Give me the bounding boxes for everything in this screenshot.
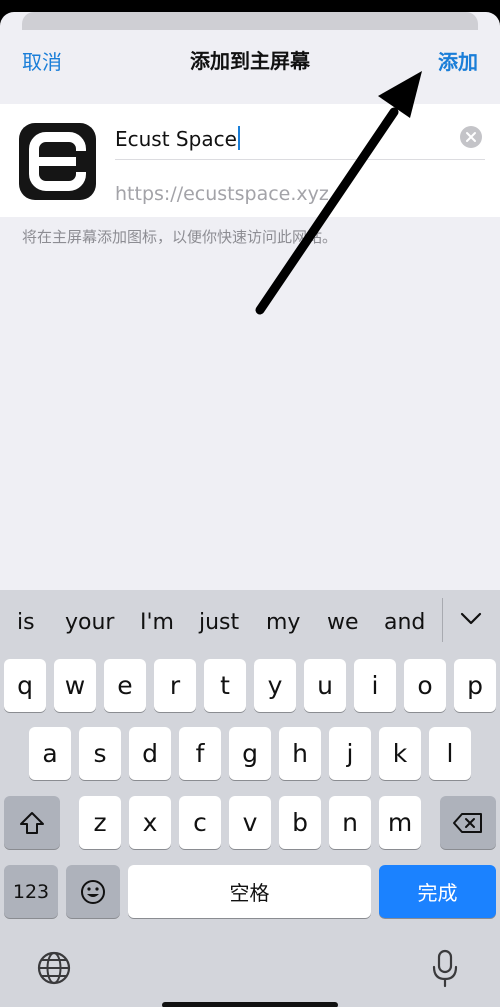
app-icon (19, 123, 96, 200)
key-m[interactable]: m (379, 796, 421, 849)
name-input-value: Ecust Space (115, 127, 237, 151)
suggestion-item[interactable]: we (327, 610, 359, 635)
suggestion-item[interactable]: and (384, 610, 425, 635)
home-indicator (162, 1002, 338, 1007)
key-w[interactable]: w (54, 659, 96, 712)
text-caret (237, 126, 240, 150)
hint-text: 将在主屏幕添加图标，以便你快速访问此网站。 (22, 228, 338, 246)
suggestion-bar: is your I'm just my we and (0, 590, 500, 650)
keyboard: is your I'm just my we and q w e r t y u… (0, 590, 500, 1007)
emoji-key[interactable] (66, 865, 120, 918)
clear-icon (466, 132, 476, 142)
add-button[interactable]: 添加 (438, 46, 478, 75)
suggestion-item[interactable]: your (65, 610, 114, 635)
key-g[interactable]: g (229, 727, 271, 780)
name-field[interactable]: Ecust Space (115, 118, 485, 160)
key-a[interactable]: a (29, 727, 71, 780)
key-o[interactable]: o (404, 659, 446, 712)
key-f[interactable]: f (179, 727, 221, 780)
key-n[interactable]: n (329, 796, 371, 849)
key-v[interactable]: v (229, 796, 271, 849)
shift-key[interactable] (4, 796, 60, 849)
key-l[interactable]: l (429, 727, 471, 780)
key-z[interactable]: z (79, 796, 121, 849)
key-d[interactable]: d (129, 727, 171, 780)
backspace-icon (453, 812, 482, 833)
suggestion-item[interactable]: just (199, 610, 239, 635)
page-title: 添加到主屏幕 (190, 49, 310, 73)
key-u[interactable]: u (304, 659, 346, 712)
globe-icon[interactable] (36, 950, 72, 986)
chevron-down-icon[interactable] (458, 608, 484, 628)
backspace-key[interactable] (440, 796, 496, 849)
name-input[interactable]: Ecust Space (115, 126, 240, 151)
suggestion-item[interactable]: is (17, 610, 35, 635)
key-k[interactable]: k (379, 727, 421, 780)
suggestion-divider (442, 598, 443, 642)
url-text: https://ecustspace.xyz (115, 183, 329, 205)
clear-text-button[interactable] (460, 126, 482, 148)
key-x[interactable]: x (129, 796, 171, 849)
key-j[interactable]: j (329, 727, 371, 780)
key-s[interactable]: s (79, 727, 121, 780)
emoji-icon (81, 879, 105, 904)
key-e[interactable]: e (104, 659, 146, 712)
key-y[interactable]: y (254, 659, 296, 712)
key-q[interactable]: q (4, 659, 46, 712)
key-t[interactable]: t (204, 659, 246, 712)
key-p[interactable]: p (454, 659, 496, 712)
key-h[interactable]: h (279, 727, 321, 780)
key-i[interactable]: i (354, 659, 396, 712)
app-logo-icon (29, 132, 87, 191)
microphone-icon[interactable] (430, 948, 460, 988)
done-key[interactable]: 完成 (379, 865, 496, 918)
bookmark-card: Ecust Space https://ecustspace.xyz (0, 104, 500, 217)
key-r[interactable]: r (154, 659, 196, 712)
numbers-key[interactable]: 123 (4, 865, 58, 918)
shift-icon (20, 811, 44, 834)
suggestion-item[interactable]: my (266, 610, 300, 635)
suggestion-item[interactable]: I'm (140, 610, 174, 635)
add-to-home-sheet: 取消 添加到主屏幕 添加 Ecust Space https://ecustsp… (0, 12, 500, 1007)
key-b[interactable]: b (279, 796, 321, 849)
key-c[interactable]: c (179, 796, 221, 849)
nav-bar: 取消 添加到主屏幕 添加 (0, 24, 500, 94)
space-key[interactable]: 空格 (128, 865, 371, 918)
